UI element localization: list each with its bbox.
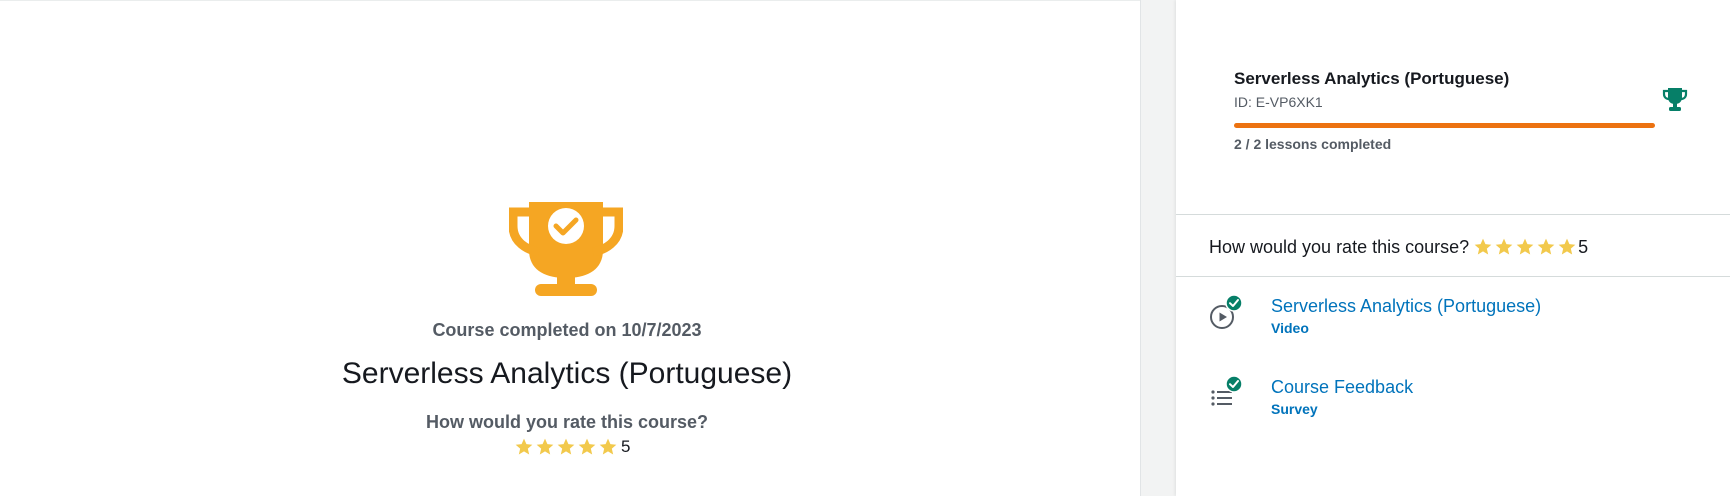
- star-icon[interactable]: [514, 437, 534, 457]
- progress-text: 2 / 2 lessons completed: [1234, 136, 1392, 152]
- star-icon[interactable]: [1494, 237, 1514, 257]
- check-circle-icon: [1225, 375, 1243, 393]
- star-icon[interactable]: [535, 437, 555, 457]
- trophy-icon: [509, 202, 623, 296]
- star-icon[interactable]: [1473, 237, 1493, 257]
- divider: [1176, 214, 1730, 215]
- star-icon[interactable]: [556, 437, 576, 457]
- rating-value: 5: [621, 437, 631, 456]
- check-circle-icon: [1225, 294, 1243, 312]
- star-rating[interactable]: 5: [514, 436, 630, 458]
- lesson-item-survey[interactable]: Course Feedback Survey: [1209, 375, 1689, 427]
- star-icon[interactable]: [577, 437, 597, 457]
- rating-value: 5: [1578, 236, 1589, 257]
- lesson-item-video[interactable]: Serverless Analytics (Portuguese) Video: [1209, 294, 1689, 346]
- star-rating[interactable]: [1473, 237, 1578, 257]
- lesson-type: Video: [1271, 320, 1309, 336]
- star-icon[interactable]: [1536, 237, 1556, 257]
- star-icon[interactable]: [598, 437, 618, 457]
- lesson-title[interactable]: Serverless Analytics (Portuguese): [1271, 296, 1541, 317]
- rate-course-question: How would you rate this course?: [425, 412, 709, 432]
- panel-divider: [1140, 0, 1176, 496]
- completion-date-text: Course completed on 10/7/2023: [432, 320, 702, 340]
- sidebar-rating-row: How would you rate this course? 5: [1209, 234, 1588, 260]
- trophy-icon: [1662, 88, 1688, 111]
- course-outline-sidebar: Serverless Analytics (Portuguese) ID: E-…: [1176, 0, 1730, 496]
- sidebar-course-title: Serverless Analytics (Portuguese): [1234, 69, 1510, 88]
- divider: [1176, 276, 1730, 277]
- progress-bar: [1234, 123, 1655, 128]
- course-title: Serverless Analytics (Portuguese): [341, 357, 793, 390]
- lesson-type: Survey: [1271, 401, 1318, 417]
- course-completion-panel: Course completed on 10/7/2023 Serverless…: [0, 1, 1140, 496]
- course-id: ID: E-VP6XK1: [1234, 94, 1323, 110]
- sidebar-rate-question: How would you rate this course?: [1209, 236, 1470, 257]
- star-icon[interactable]: [1557, 237, 1577, 257]
- lesson-title[interactable]: Course Feedback: [1271, 377, 1413, 398]
- star-icon[interactable]: [1515, 237, 1535, 257]
